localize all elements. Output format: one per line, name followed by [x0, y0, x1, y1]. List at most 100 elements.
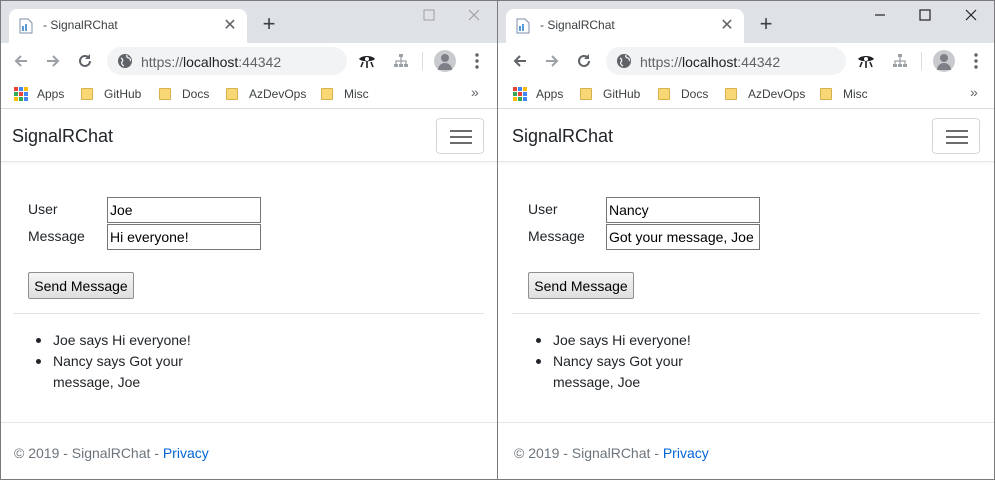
new-tab-icon[interactable]: +: [754, 13, 778, 37]
tab-strip: - SignalRChat ✕ +: [498, 1, 994, 43]
browser-window-right: - SignalRChat ✕ + https://localhost:4434…: [497, 0, 995, 480]
desktop: - SignalRChat ✕ + https://localhost:4434…: [0, 0, 995, 480]
back-icon[interactable]: [9, 49, 33, 73]
folder-icon: [580, 88, 592, 100]
folder-icon: [321, 88, 333, 100]
folder-icon: [658, 88, 670, 100]
message-input[interactable]: [107, 224, 261, 250]
user-label: User: [528, 201, 558, 217]
maximize-icon[interactable]: [907, 5, 945, 27]
message-input[interactable]: [606, 224, 760, 250]
bullet-icon: [536, 338, 541, 343]
globe-icon: [617, 54, 631, 68]
bookmark-label: Apps: [37, 87, 65, 101]
toolbar-separator: [921, 52, 922, 70]
minimize-icon[interactable]: [862, 5, 900, 27]
message-item: Joe says Hi everyone!: [536, 330, 696, 351]
bookmark-label: Apps: [536, 87, 564, 101]
message-label: Message: [28, 228, 85, 244]
close-tab-icon[interactable]: ✕: [718, 17, 736, 35]
toolbar-separator: [422, 52, 423, 70]
menu-kebab-icon[interactable]: [964, 49, 988, 73]
bookmark-label: Docs: [681, 87, 709, 101]
messages-list: Joe says Hi everyone! Nancy says Got you…: [36, 330, 196, 393]
message-item: Joe says Hi everyone!: [36, 330, 196, 351]
hamburger-menu-icon[interactable]: [436, 118, 484, 154]
extension-eye-icon[interactable]: [355, 49, 379, 73]
privacy-link[interactable]: Privacy: [663, 445, 709, 461]
reload-icon[interactable]: [73, 49, 97, 73]
browser-tab[interactable]: - SignalRChat ✕: [9, 9, 247, 43]
extension-eye-icon[interactable]: [854, 49, 878, 73]
bookmark-label: Misc: [843, 87, 868, 101]
folder-icon: [725, 88, 737, 100]
page-icon: [516, 18, 530, 34]
page-icon: [19, 18, 33, 34]
message-text: Joe says Hi everyone!: [553, 332, 691, 348]
divider: [512, 313, 980, 314]
apps-grid-icon: [513, 87, 527, 101]
message-label: Message: [528, 228, 585, 244]
reload-icon[interactable]: [572, 49, 596, 73]
footer-text: © 2019 - SignalRChat - Privacy: [14, 445, 209, 461]
close-window-icon[interactable]: [456, 5, 494, 27]
more-bookmarks-icon[interactable]: »: [471, 84, 479, 100]
close-window-icon[interactable]: [953, 5, 991, 27]
divider: [13, 313, 484, 314]
url-text: https://localhost:44342: [640, 54, 781, 70]
send-message-button[interactable]: Send Message: [28, 272, 134, 299]
bookmark-label: Docs: [182, 87, 210, 101]
user-input[interactable]: [107, 197, 261, 223]
bookmark-label: Misc: [344, 87, 369, 101]
message-text: Joe says Hi everyone!: [53, 332, 191, 348]
bullet-icon: [536, 359, 541, 364]
navbar: SignalRChat: [498, 110, 994, 162]
bookmarks-bar: Apps GitHub Docs AzDevOps Misc »: [1, 79, 498, 109]
address-bar[interactable]: https://localhost:44342: [107, 47, 347, 75]
message-item: Nancy says Got your message, Joe: [36, 351, 196, 393]
footer: © 2019 - SignalRChat - Privacy: [498, 422, 994, 479]
folder-icon: [820, 88, 832, 100]
more-bookmarks-icon[interactable]: »: [970, 84, 978, 100]
close-tab-icon[interactable]: ✕: [221, 17, 239, 35]
footer: © 2019 - SignalRChat - Privacy: [1, 422, 498, 479]
message-text: Nancy says Got your message, Joe: [53, 353, 183, 390]
navbar-brand[interactable]: SignalRChat: [12, 126, 113, 147]
navbar-brand[interactable]: SignalRChat: [512, 126, 613, 147]
copyright-text: © 2019 - SignalRChat -: [14, 445, 163, 461]
tab-strip: - SignalRChat ✕ +: [1, 1, 498, 43]
user-label: User: [28, 201, 58, 217]
folder-icon: [226, 88, 238, 100]
browser-tab[interactable]: - SignalRChat ✕: [506, 9, 744, 43]
send-message-button[interactable]: Send Message: [528, 272, 634, 299]
user-input[interactable]: [606, 197, 760, 223]
new-tab-icon[interactable]: +: [257, 13, 281, 37]
message-item: Nancy says Got your message, Joe: [536, 351, 696, 393]
back-icon[interactable]: [508, 49, 532, 73]
bookmarks-bar: Apps GitHub Docs AzDevOps Misc »: [498, 79, 994, 109]
bookmark-label: AzDevOps: [249, 87, 307, 101]
bullet-icon: [36, 359, 41, 364]
forward-icon[interactable]: [41, 49, 65, 73]
folder-icon: [81, 88, 93, 100]
bookmark-label: GitHub: [104, 87, 142, 101]
address-bar[interactable]: https://localhost:44342: [606, 47, 846, 75]
extension-tree-icon[interactable]: [888, 49, 912, 73]
profile-avatar-icon[interactable]: [933, 50, 955, 72]
page-content: SignalRChat User Message Send Message Jo…: [498, 110, 994, 479]
browser-toolbar: https://localhost:44342: [1, 43, 498, 79]
browser-window-left: - SignalRChat ✕ + https://localhost:4434…: [0, 0, 499, 480]
profile-avatar-icon[interactable]: [434, 50, 456, 72]
maximize-icon[interactable]: [411, 5, 449, 27]
privacy-link[interactable]: Privacy: [163, 445, 209, 461]
menu-kebab-icon[interactable]: [465, 49, 489, 73]
browser-toolbar: https://localhost:44342: [498, 43, 994, 79]
hamburger-menu-icon[interactable]: [932, 118, 980, 154]
messages-list: Joe says Hi everyone! Nancy says Got you…: [536, 330, 696, 393]
extension-tree-icon[interactable]: [389, 49, 413, 73]
bookmark-label: AzDevOps: [748, 87, 806, 101]
page-content: SignalRChat User Message Send Message Jo…: [1, 110, 498, 479]
forward-icon[interactable]: [540, 49, 564, 73]
navbar: SignalRChat: [1, 110, 498, 162]
bookmark-label: GitHub: [603, 87, 641, 101]
